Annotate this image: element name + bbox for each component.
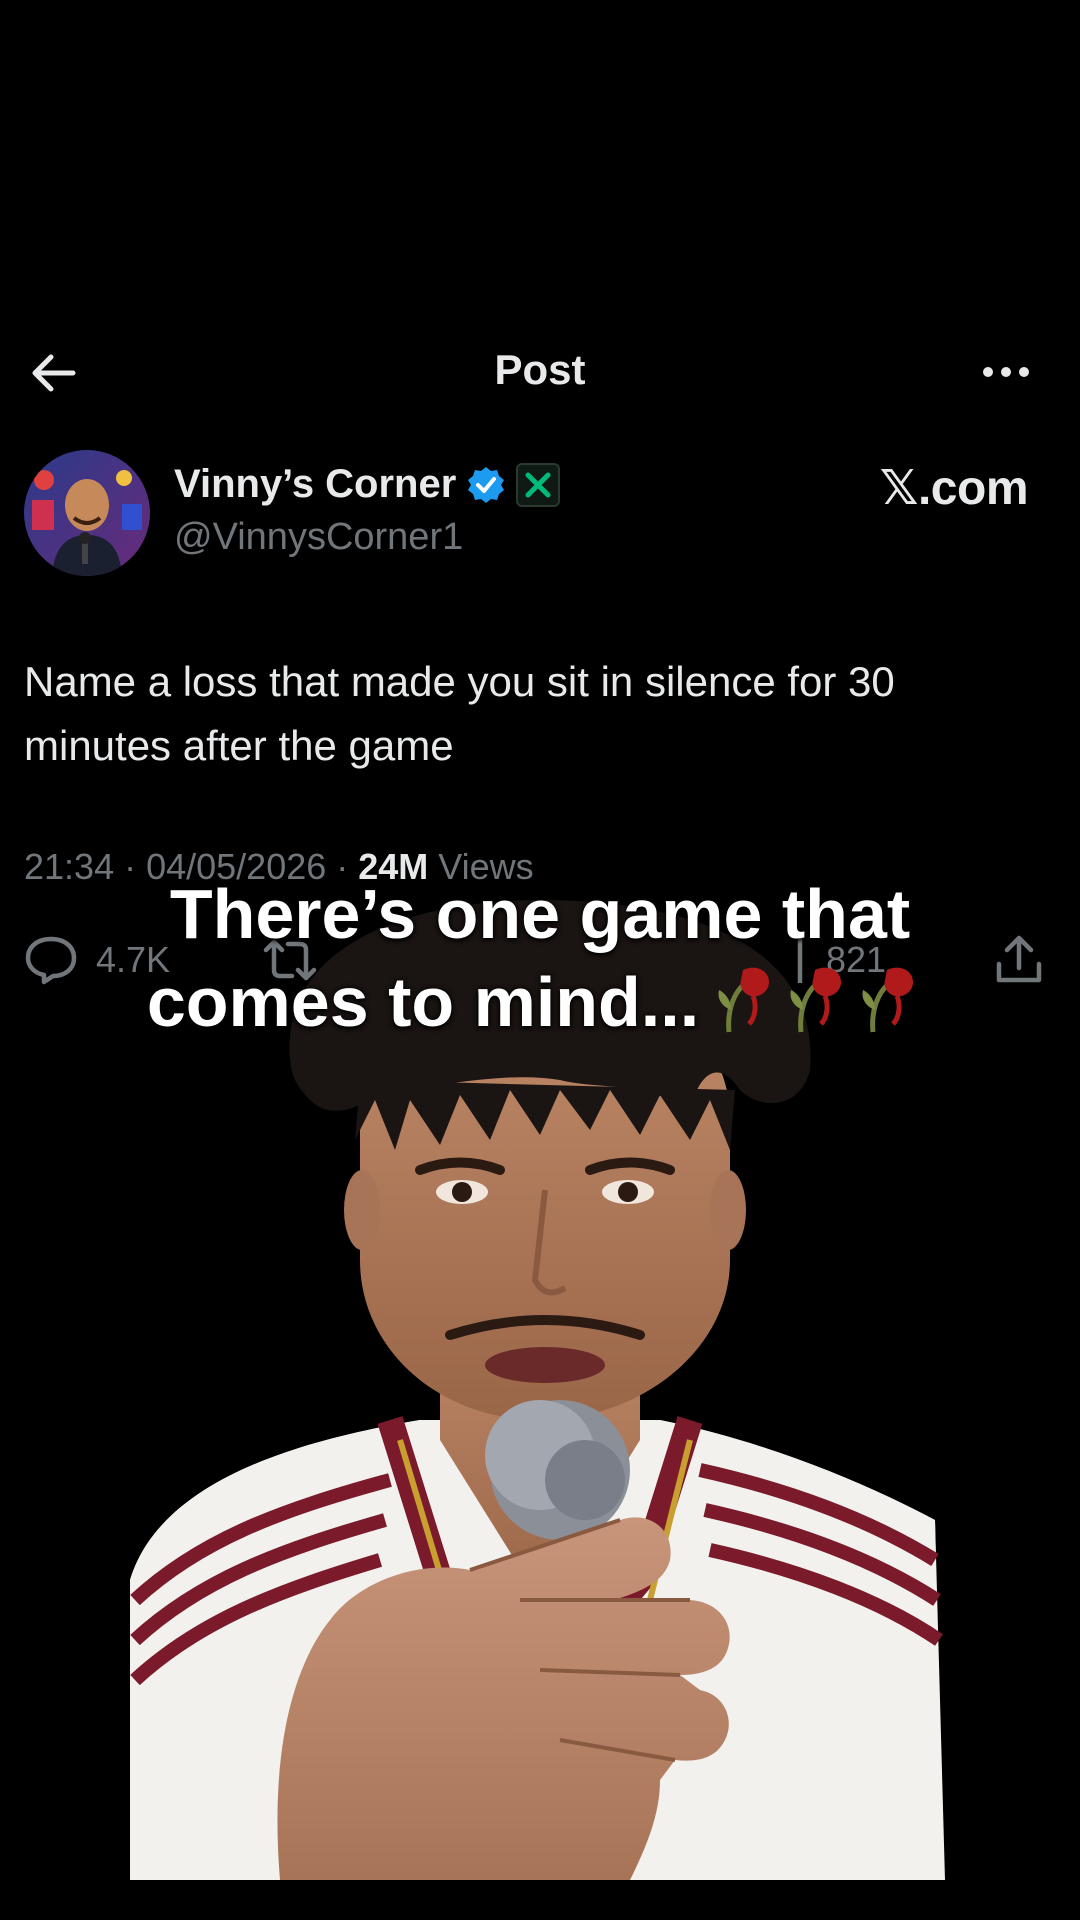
arrow-left-icon	[32, 354, 76, 392]
verified-badge-icon	[468, 466, 505, 503]
person-illustration	[130, 900, 945, 1880]
more-horizontal-icon	[983, 367, 993, 377]
author-name[interactable]: Vinny’s Corner	[174, 462, 561, 507]
post-text: Name a loss that made you sit in silence…	[24, 658, 895, 769]
avatar[interactable]	[24, 450, 150, 576]
back-button[interactable]	[28, 348, 78, 398]
more-options-button[interactable]	[978, 352, 1034, 392]
avatar-image	[24, 450, 150, 576]
author-name-text: Vinny’s Corner	[174, 462, 457, 506]
x-com-watermark: 𝕏.com	[879, 462, 1029, 515]
video-person[interactable]	[0, 880, 1080, 1920]
video-frame: Post Vinny’s Corner @VinnysCorner1 𝕏.com…	[0, 0, 1080, 1920]
more-dot	[1019, 367, 1029, 377]
page-title: Post	[494, 346, 586, 393]
more-dot	[1001, 367, 1011, 377]
x-affiliate-icon	[516, 462, 561, 507]
author-handle[interactable]: @VinnysCorner1	[174, 516, 463, 559]
